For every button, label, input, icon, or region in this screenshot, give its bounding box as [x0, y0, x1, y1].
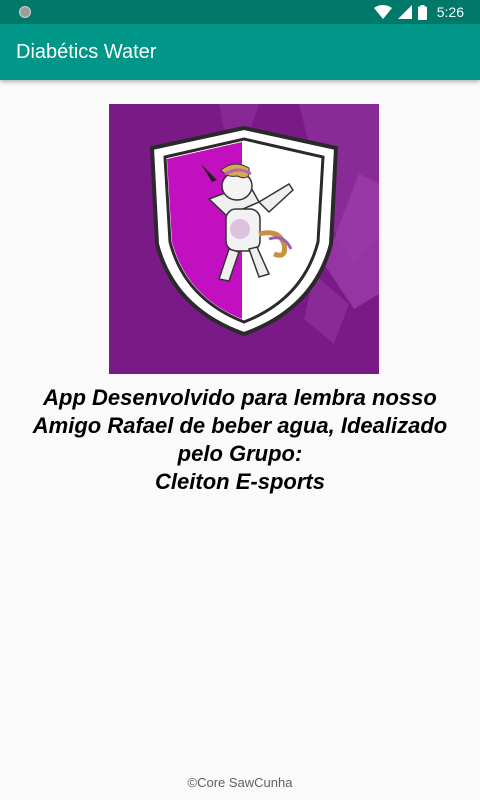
- copyright-text: ©Core SawCunha: [187, 775, 293, 790]
- description-text: App Desenvolvido para lembra nosso Amigo…: [32, 385, 448, 494]
- logo-image: [109, 104, 379, 374]
- cellular-signal-icon: [397, 5, 412, 19]
- status-icons: 5:26: [373, 0, 464, 24]
- battery-icon: [417, 4, 427, 20]
- notification-dot-icon: [19, 6, 31, 18]
- unicorn-shield-logo-icon: [109, 104, 379, 374]
- app-title: Diabétics Water: [16, 41, 157, 63]
- wifi-icon: [373, 5, 392, 19]
- status-time: 5:26: [436, 4, 464, 20]
- app-bar: Diabétics Water: [0, 24, 480, 80]
- status-bar: 5:26: [0, 0, 480, 24]
